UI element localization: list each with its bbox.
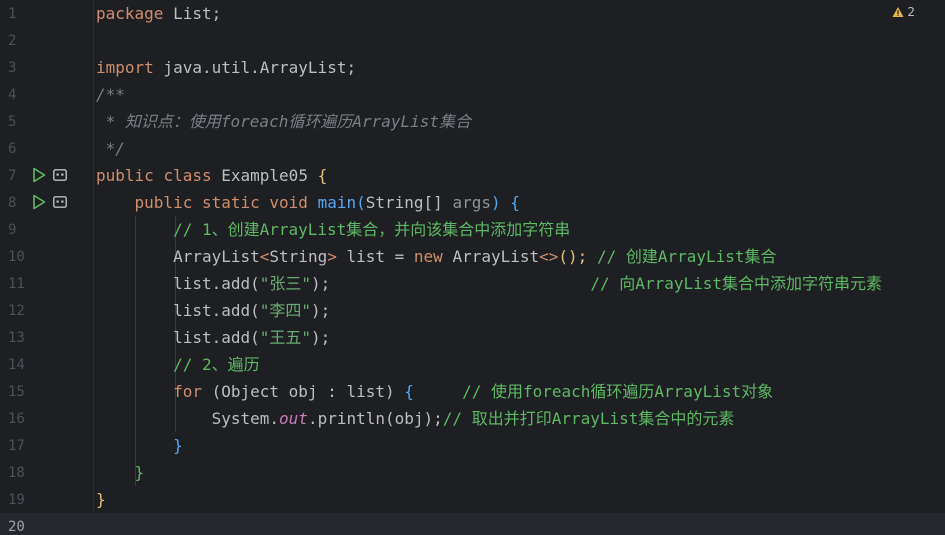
line-number: 19 [8,492,25,508]
code-line-3[interactable]: 3 import java.util.ArrayList; [0,54,945,81]
code-text: } [134,463,145,482]
code-line-19[interactable]: 19 } [0,486,945,513]
doc-comment: /** [96,85,125,104]
code-line-2[interactable]: 2 [0,27,945,54]
line-number: 8 [8,195,17,211]
code-line-20-current[interactable]: 20 [0,513,945,535]
code-line-15[interactable]: 15 for (Object obj : list) { // 使用foreac… [0,378,945,405]
line-number: 6 [8,141,17,157]
line-number: 18 [8,465,25,481]
code-text: ArrayList<String> list = new ArrayList<>… [173,247,777,266]
line-number: 9 [8,222,17,238]
code-text: package List; [96,4,222,23]
code-line-6[interactable]: 6 */ [0,135,945,162]
code-text: list.add("李四"); [173,301,331,320]
line-number: 11 [8,276,25,292]
line-number: 13 [8,330,25,346]
implements-icon[interactable] [53,169,67,181]
line-number: 7 [8,168,17,184]
code-text: } [173,436,183,455]
code-line-9[interactable]: 9 // 1、创建ArrayList集合，并向该集合中添加字符串 [0,216,945,243]
run-icon[interactable] [32,167,46,183]
code-line-17[interactable]: 17 } [0,432,945,459]
code-text: list.add("王五"); [173,328,331,347]
line-number: 5 [8,114,17,130]
line-number: 1 [8,6,17,22]
line-number: 3 [8,60,17,76]
code-editor[interactable]: 2 1 package List; 2 3 import java.util.A… [0,0,945,535]
line-number: 15 [8,384,25,400]
line-number: 2 [8,33,17,49]
code-text: // 2、遍历 [173,355,260,374]
code-text: public static void main(String[] args) { [134,193,520,212]
code-text: list.add("张三"); // 向ArrayList集合中添加字符串元素 [173,274,883,293]
line-number: 12 [8,303,25,319]
code-line-11[interactable]: 11 list.add("张三"); // 向ArrayList集合中添加字符串… [0,270,945,297]
code-text: System.out.println(obj);// 取出并打印ArrayLis… [211,409,735,428]
doc-comment: * 知识点：使用foreach循环遍历ArrayList集合 [96,112,472,131]
run-icon[interactable] [32,194,46,210]
line-number: 16 [8,411,25,427]
code-line-5[interactable]: 5 * 知识点：使用foreach循环遍历ArrayList集合 [0,108,945,135]
code-line-4[interactable]: 4 /** [0,81,945,108]
code-text: import java.util.ArrayList; [96,58,357,77]
line-number: 10 [8,249,25,265]
code-line-16[interactable]: 16 System.out.println(obj);// 取出并打印Array… [0,405,945,432]
code-text: // 1、创建ArrayList集合，并向该集合中添加字符串 [173,220,571,239]
code-text: for (Object obj : list) { // 使用foreach循环… [173,382,774,401]
code-line-18[interactable]: 18 } [0,459,945,486]
line-number: 4 [8,87,17,103]
line-number: 14 [8,357,25,373]
code-line-10[interactable]: 10 ArrayList<String> list = new ArrayLis… [0,243,945,270]
code-line-8[interactable]: 8 public static void main(String[] args)… [0,189,945,216]
doc-comment: */ [96,139,125,158]
code-line-12[interactable]: 12 list.add("李四"); [0,297,945,324]
line-number: 20 [8,519,25,535]
code-text: public class Example05 { [96,166,328,185]
code-text: } [96,490,106,509]
implements-icon[interactable] [53,196,67,208]
code-line-14[interactable]: 14 // 2、遍历 [0,351,945,378]
code-line-13[interactable]: 13 list.add("王五"); [0,324,945,351]
code-line-7[interactable]: 7 public class Example05 { [0,162,945,189]
code-line-1[interactable]: 1 package List; [0,0,945,27]
line-number: 17 [8,438,25,454]
